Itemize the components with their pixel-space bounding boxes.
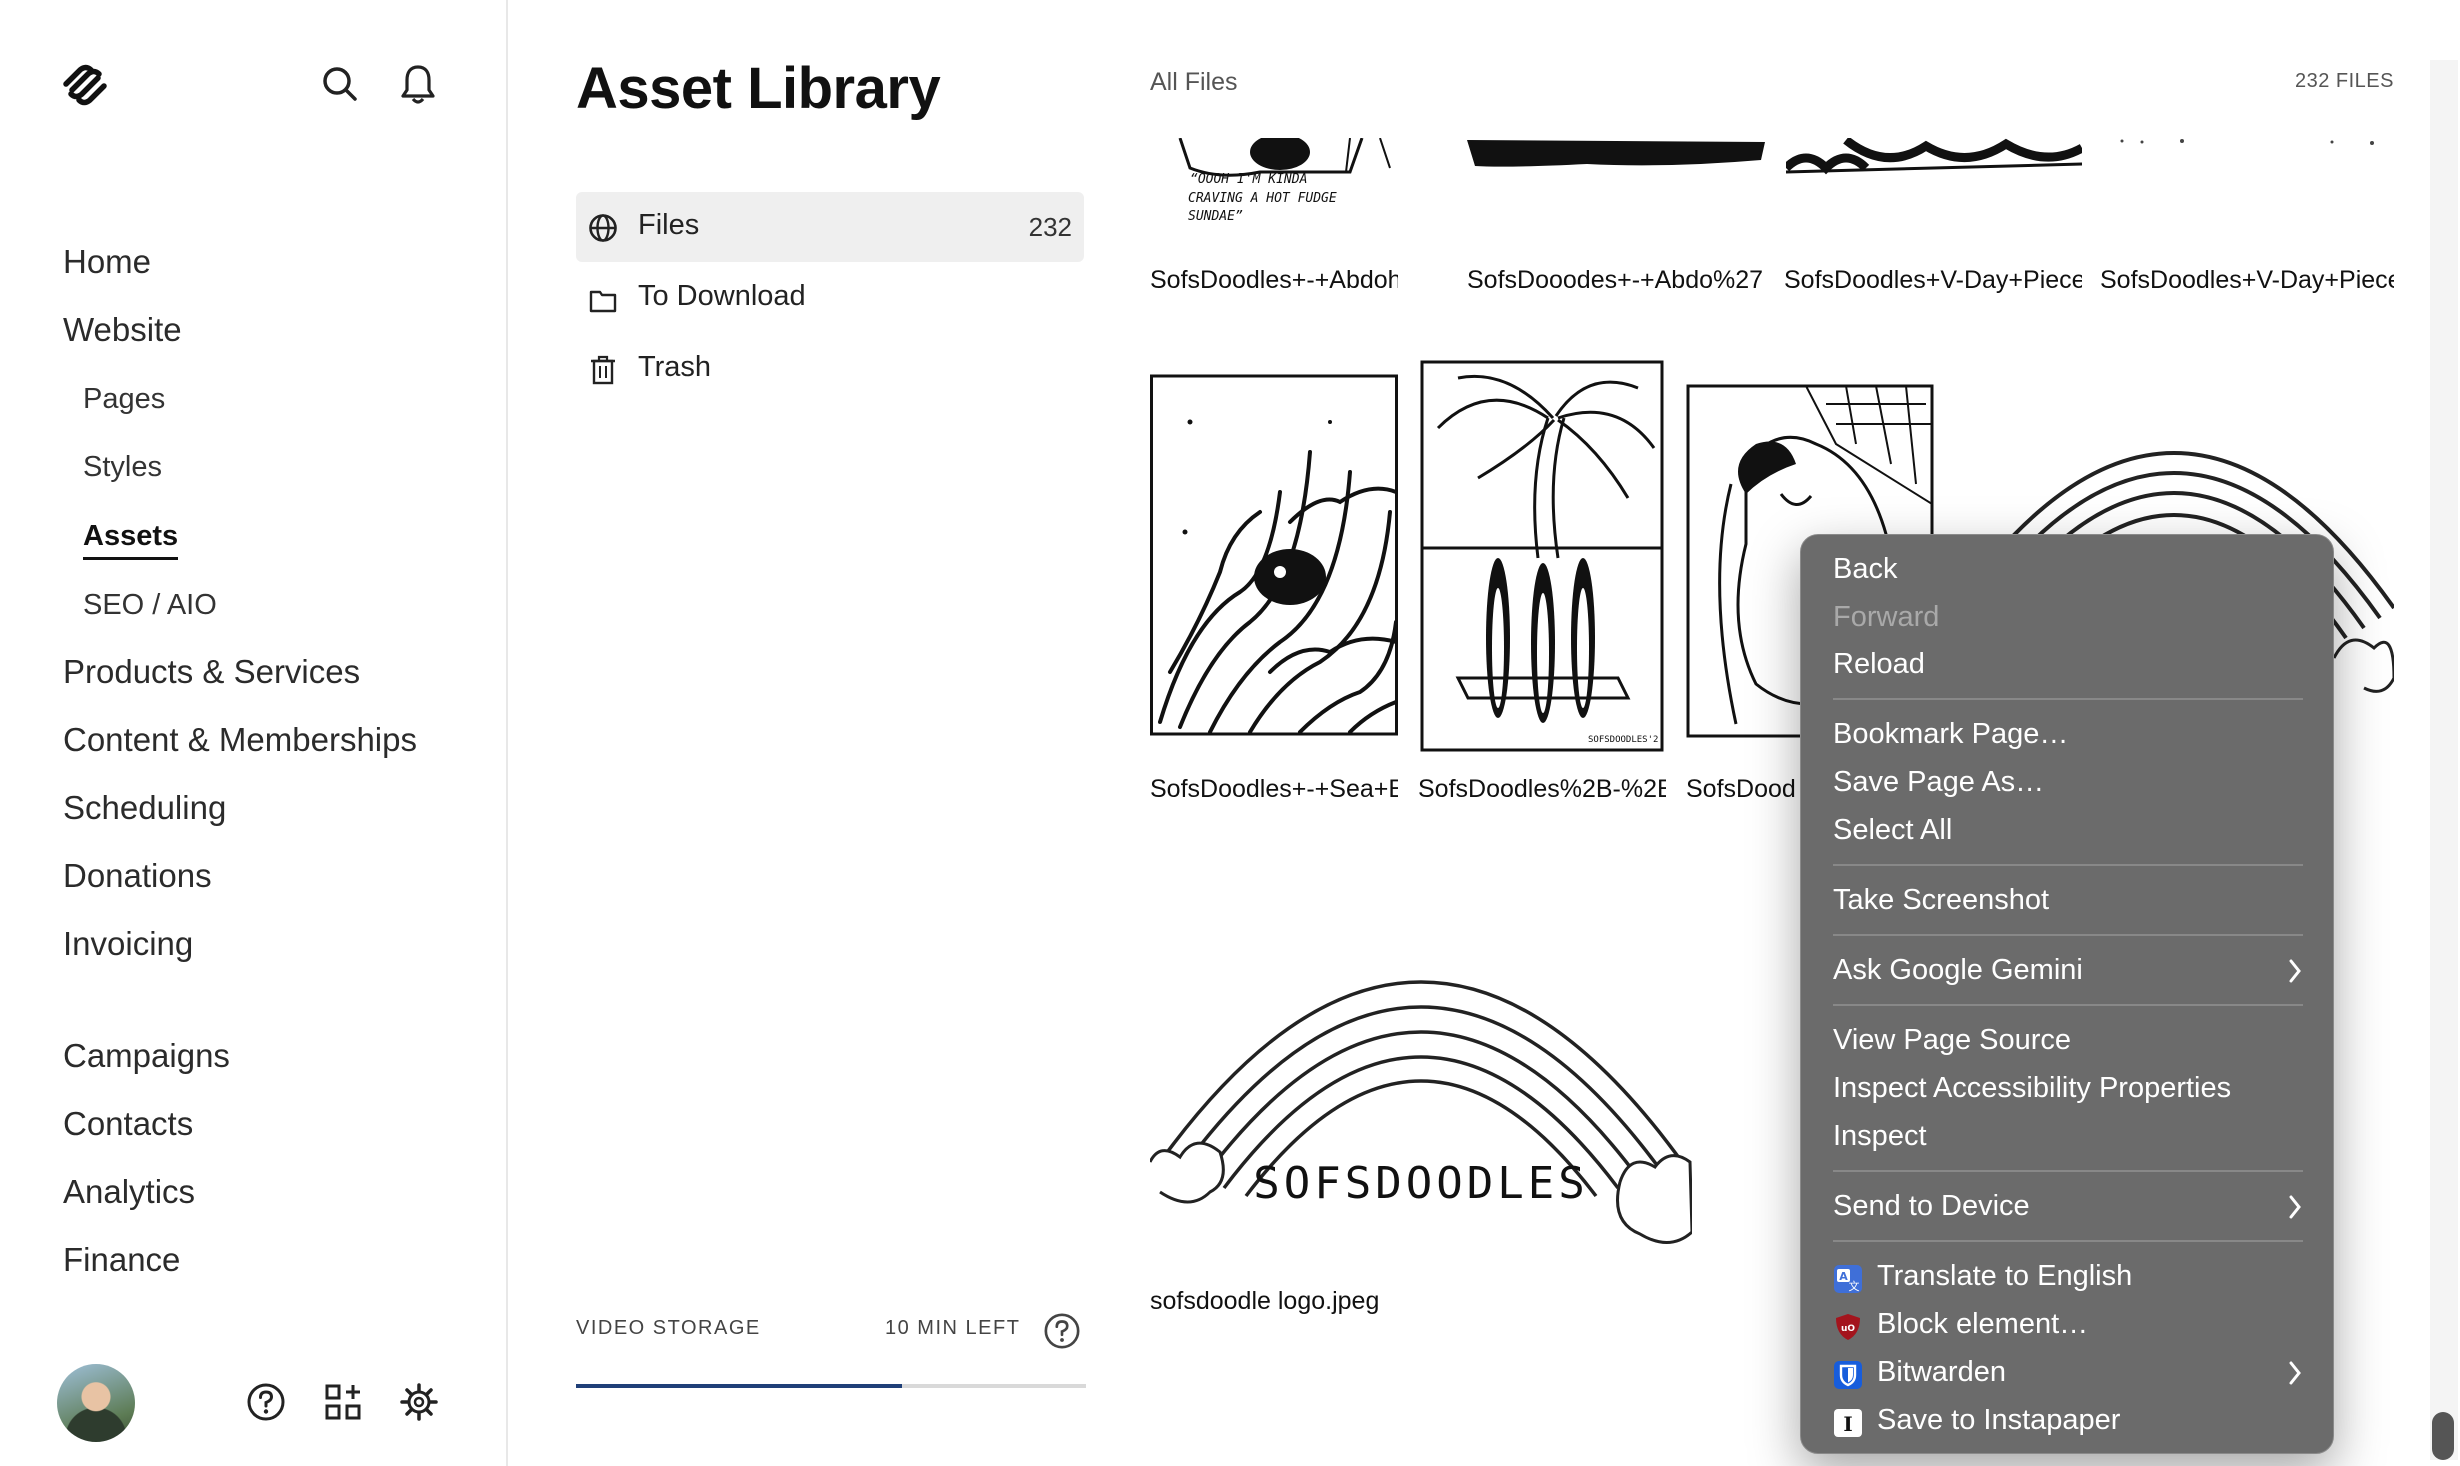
nav-scheduling[interactable]: Scheduling — [63, 789, 226, 827]
video-storage-label: VIDEO STORAGE — [576, 1317, 761, 1339]
chevron-right-icon — [2289, 1361, 2301, 1385]
squarespace-logo-icon[interactable] — [60, 62, 110, 106]
instapaper-icon: I — [1834, 1409, 1862, 1437]
file-thumbnail-vday-1[interactable] — [1786, 138, 2082, 176]
file-thumbnail-logo[interactable]: SOFSDOODLES — [1150, 862, 1692, 1258]
folder-icon — [589, 290, 617, 313]
file-caption[interactable]: SofsDooodes+-+Abdo%27 — [1467, 266, 1765, 295]
file-caption[interactable]: SofsDoodles+-+Sea+E — [1150, 775, 1398, 804]
bitwarden-icon — [1834, 1361, 1862, 1389]
file-thumbnail-palm-beach[interactable]: SOFSDOODLES'2 — [1418, 358, 1666, 754]
video-storage-progress — [576, 1384, 1086, 1388]
nav-products-services[interactable]: Products & Services — [63, 653, 360, 691]
scrollbar-track[interactable] — [2430, 60, 2458, 1460]
bell-icon[interactable] — [398, 62, 438, 106]
menu-divider — [1833, 1170, 2303, 1172]
file-caption[interactable]: SofsDoodles+V-Day+Piece — [2100, 266, 2394, 295]
file-thumbnail-sundae[interactable]: “OOOH I'M KINDA CRAVING A HOT FUDGE SUND… — [1150, 138, 1398, 234]
menu-item-take-screenshot[interactable]: Take Screenshot — [1833, 884, 2049, 917]
svg-text:A: A — [1839, 1270, 1848, 1283]
page-title: Asset Library — [576, 56, 941, 121]
ublock-shield-icon: uO — [1836, 1314, 1860, 1340]
trash-icon — [591, 355, 615, 385]
globe-icon — [589, 214, 617, 242]
menu-item-bookmark-page[interactable]: Bookmark Page… — [1833, 718, 2068, 751]
menu-divider — [1833, 934, 2303, 936]
nav-contacts[interactable]: Contacts — [63, 1105, 193, 1143]
menu-item-save-page-as[interactable]: Save Page As… — [1833, 766, 2044, 799]
folder-label: To Download — [638, 280, 806, 312]
folder-count: 232 — [1028, 212, 1072, 242]
scrollbar-thumb[interactable] — [2432, 1412, 2454, 1460]
file-caption[interactable]: SofsDoodles%2B-%2E — [1418, 775, 1666, 804]
translate-icon: A 文 — [1834, 1265, 1862, 1293]
file-thumbnail-sea-anemone[interactable] — [1150, 372, 1398, 738]
file-caption[interactable]: SofsDoodles+V-Day+Piece — [1784, 266, 2082, 295]
instapaper-badge: I — [1843, 1412, 1852, 1436]
menu-item-view-page-source[interactable]: View Page Source — [1833, 1024, 2071, 1057]
menu-item-save-to-instapaper[interactable]: Save to Instapaper — [1877, 1404, 2120, 1437]
file-thumbnail-vday-2[interactable] — [2102, 138, 2394, 168]
files-count: 232 FILES — [2294, 70, 2394, 92]
file-caption[interactable]: SofsDoodles+-+Abdoh%27 — [1150, 266, 1398, 295]
menu-item-inspect[interactable]: Inspect — [1833, 1120, 1927, 1153]
files-title: All Files — [1150, 68, 1238, 96]
sundae-text-3: SUNDAE” — [1188, 209, 1243, 224]
menu-item-block-element[interactable]: Block element… — [1877, 1308, 2088, 1341]
menu-item-reload[interactable]: Reload — [1833, 648, 1925, 681]
menu-item-bitwarden[interactable]: Bitwarden — [1877, 1356, 2006, 1389]
folder-to-download[interactable]: To Download — [576, 263, 1084, 333]
folder-label: Trash — [638, 351, 712, 383]
menu-divider — [1833, 1004, 2303, 1006]
asset-library-panel: Asset Library Files 232 To Download Tras… — [508, 0, 1110, 1466]
sundae-text-2: CRAVING A HOT FUDGE — [1188, 191, 1337, 206]
menu-divider — [1833, 864, 2303, 866]
video-storage-remaining: 10 MIN LEFT — [885, 1317, 1021, 1339]
avatar[interactable] — [57, 1364, 135, 1442]
left-navigation: Home Website Pages Styles Assets SEO / A… — [0, 0, 508, 1466]
menu-item-select-all[interactable]: Select All — [1833, 814, 1952, 847]
signature-text: SOFSDOODLES'2 — [1588, 735, 1658, 745]
search-icon[interactable] — [320, 62, 360, 106]
nav-finance[interactable]: Finance — [63, 1241, 180, 1279]
menu-item-ask-google-gemini[interactable]: Ask Google Gemini — [1833, 954, 2083, 987]
folder-files[interactable]: Files 232 — [576, 192, 1084, 262]
gear-icon[interactable] — [399, 1382, 439, 1422]
svg-text:文: 文 — [1849, 1279, 1860, 1293]
file-thumbnail-abdo[interactable] — [1467, 138, 1765, 178]
nav-analytics[interactable]: Analytics — [63, 1173, 195, 1211]
nav-invoicing[interactable]: Invoicing — [63, 925, 193, 963]
nav-website[interactable]: Website — [63, 311, 182, 349]
nav-sub-pages[interactable]: Pages — [83, 383, 165, 416]
logo-wordmark: SOFSDOODLES — [1253, 1158, 1588, 1209]
folder-trash[interactable]: Trash — [576, 334, 1084, 404]
menu-item-forward: Forward — [1833, 601, 1940, 633]
help-icon[interactable] — [246, 1382, 286, 1422]
storage-help-icon[interactable] — [1043, 1312, 1081, 1350]
chevron-right-icon — [2289, 959, 2301, 983]
menu-item-send-to-device[interactable]: Send to Device — [1833, 1190, 2030, 1223]
menu-item-inspect-accessibility[interactable]: Inspect Accessibility Properties — [1833, 1072, 2231, 1105]
chevron-right-icon — [2289, 1195, 2301, 1219]
nav-sub-seo[interactable]: SEO / AIO — [83, 589, 217, 622]
video-storage-progress-fill — [576, 1384, 903, 1388]
menu-divider — [1833, 1240, 2303, 1242]
apps-grid-icon[interactable] — [323, 1382, 363, 1422]
nav-content-memberships[interactable]: Content & Memberships — [63, 721, 417, 759]
file-caption[interactable]: sofsdoodle logo.jpeg — [1150, 1287, 1690, 1316]
nav-home[interactable]: Home — [63, 243, 151, 281]
menu-divider — [1833, 698, 2303, 700]
menu-item-back[interactable]: Back — [1833, 553, 1897, 586]
sundae-text-1: “OOOH I'M KINDA — [1190, 172, 1307, 187]
ublock-badge: uO — [1841, 1324, 1855, 1334]
nav-donations[interactable]: Donations — [63, 857, 212, 895]
nav-sub-assets[interactable]: Assets — [83, 520, 179, 560]
nav-sub-styles[interactable]: Styles — [83, 451, 162, 484]
folder-label: Files — [638, 209, 700, 241]
nav-campaigns[interactable]: Campaigns — [63, 1037, 230, 1075]
menu-item-translate[interactable]: Translate to English — [1877, 1260, 2132, 1293]
context-menu: Back Forward Reload Bookmark Page… Save … — [1800, 534, 2334, 1454]
